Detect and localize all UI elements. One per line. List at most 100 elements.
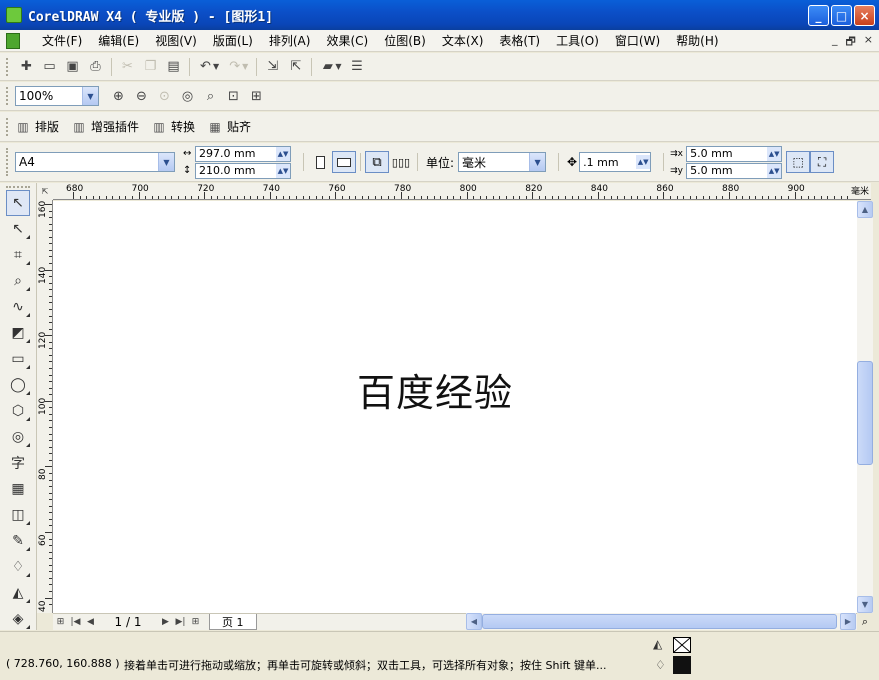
copy-icon[interactable]: ❐ [139, 56, 162, 78]
import-icon[interactable]: ⇲ [261, 56, 284, 78]
paste-icon[interactable]: ▤ [162, 56, 185, 78]
new-document-icon[interactable]: ✚ [15, 56, 38, 78]
menu-text[interactable]: 文本(X) [434, 32, 492, 49]
paper-width-input[interactable]: 297.0 mm ▲▼ [195, 145, 291, 162]
close-button[interactable]: × [854, 5, 875, 26]
first-page-icon[interactable]: |◀ [68, 617, 83, 627]
menu-file[interactable]: 文件(F) [34, 32, 90, 49]
interactive-blend-tool[interactable]: ◫ [0, 502, 36, 528]
cut-icon[interactable]: ✂ [116, 56, 139, 78]
page-count[interactable]: 1 / 1 [98, 615, 158, 629]
zoom-to-selected-icon[interactable]: ⊙ [153, 85, 176, 107]
chevron-down-icon[interactable]: ▼ [158, 153, 174, 171]
insert-page-after-icon[interactable]: ⊞ [188, 617, 203, 627]
plugin-snap-button[interactable]: ▦ 贴齐 [207, 118, 251, 135]
toolbar-grip[interactable] [6, 117, 10, 136]
plugin-enhance-button[interactable]: ▥ 增强插件 [71, 118, 139, 135]
maximize-button[interactable]: □ [831, 5, 852, 26]
scroll-down-arrow-icon[interactable]: ▼ [857, 596, 873, 613]
canvas-text-object[interactable]: 百度经验 [357, 362, 513, 417]
outline-color-swatch[interactable] [673, 656, 691, 674]
shape-tool[interactable]: ↖ [0, 216, 36, 242]
print-icon[interactable]: ⎙ [84, 56, 107, 78]
crop-tool[interactable]: ⌗ [0, 242, 36, 268]
zoom-to-page-height-icon[interactable]: ⊞ [245, 85, 268, 107]
undo-dropdown-icon[interactable]: ▼ [213, 62, 219, 71]
menu-arrange[interactable]: 排列(A) [261, 32, 319, 49]
menu-view[interactable]: 视图(V) [147, 32, 205, 49]
vertical-scroll-thumb[interactable] [857, 361, 873, 465]
zoom-to-page-width-icon[interactable]: ⊡ [222, 85, 245, 107]
spin-arrows-icon[interactable]: ▲▼ [276, 163, 290, 178]
all-pages-button[interactable]: ⧉ [365, 151, 389, 173]
zoom-tool[interactable]: ⌕ [0, 268, 36, 294]
outline-tool[interactable]: ♢ [0, 554, 36, 580]
navigator-magnifier-icon[interactable]: ⌕ [857, 613, 873, 630]
menu-tools[interactable]: 工具(O) [548, 32, 607, 49]
coreldraw-app-icon[interactable] [6, 7, 22, 23]
menu-table[interactable]: 表格(T) [491, 32, 548, 49]
menu-window[interactable]: 窗口(W) [607, 32, 668, 49]
paper-height-input[interactable]: 210.0 mm ▲▼ [195, 162, 291, 179]
pick-tool[interactable]: ↖ [6, 190, 30, 216]
fill-tool[interactable]: ◭ [0, 580, 36, 606]
save-icon[interactable]: ▣ [61, 56, 84, 78]
drawing-canvas[interactable]: 百度经验 [53, 201, 857, 613]
plugin-layout-button[interactable]: ▥ 排版 [15, 118, 59, 135]
current-page-button[interactable]: ▯▯▯ [389, 151, 413, 173]
table-tool[interactable]: ▦ [0, 476, 36, 502]
toolbar-grip[interactable] [6, 57, 10, 76]
units-select[interactable]: 毫米 ▼ [458, 152, 547, 172]
spin-arrows-icon[interactable]: ▲▼ [276, 146, 290, 161]
previous-page-icon[interactable]: ◀ [83, 617, 98, 627]
treat-as-filled-button[interactable]: ⬚ [786, 151, 811, 173]
smart-fill-tool[interactable]: ◩ [0, 320, 36, 346]
horizontal-scrollbar[interactable]: ◀ ▶ [466, 613, 856, 630]
insert-page-before-icon[interactable]: ⊞ [53, 617, 68, 627]
mdi-close-button[interactable]: × [864, 33, 873, 52]
redo-dropdown-icon[interactable]: ▼ [242, 62, 248, 71]
spin-arrows-icon[interactable]: ▲▼ [636, 155, 651, 169]
text-tool[interactable]: 字 [0, 450, 36, 476]
toolbar-grip[interactable] [6, 87, 10, 105]
interactive-fill-tool[interactable]: ◈ [0, 606, 36, 632]
portrait-button[interactable] [308, 151, 332, 173]
menu-bitmaps[interactable]: 位图(B) [376, 32, 434, 49]
menu-help[interactable]: 帮助(H) [668, 32, 726, 49]
zoom-out-icon[interactable]: ⊖ [130, 85, 153, 107]
eyedropper-tool[interactable]: ✎ [0, 528, 36, 554]
zoom-in-icon[interactable]: ⊕ [107, 85, 130, 107]
vertical-ruler[interactable]: 160 140 120 100 80 60 40 [37, 200, 53, 613]
vertical-scrollbar[interactable]: ▲ ▼ [857, 201, 873, 613]
mdi-minimize-button[interactable]: _ [832, 33, 838, 52]
page-tab[interactable]: 页 1 [209, 614, 257, 630]
toolbar-grip[interactable] [6, 148, 10, 176]
open-folder-icon[interactable]: ▭ [38, 56, 61, 78]
basic-shapes-tool[interactable]: ◎ [0, 424, 36, 450]
freehand-tool[interactable]: ∿ [0, 294, 36, 320]
rectangle-tool[interactable]: ▭ [0, 346, 36, 372]
snap-to-objects-button[interactable]: ⛶ [810, 151, 835, 173]
chevron-down-icon[interactable]: ▼ [529, 153, 546, 171]
zoom-level-select[interactable]: 100% ▼ [15, 86, 99, 106]
menu-edit[interactable]: 编辑(E) [90, 32, 147, 49]
next-page-icon[interactable]: ▶ [158, 617, 173, 627]
ellipse-tool[interactable]: ◯ [0, 372, 36, 398]
spin-arrows-icon[interactable]: ▲▼ [767, 163, 782, 178]
horizontal-scroll-thumb[interactable] [482, 614, 837, 629]
nudge-distance-input[interactable]: .1 mm ▲▼ [579, 152, 652, 172]
polygon-tool[interactable]: ⬡ [0, 398, 36, 424]
document-icon[interactable] [6, 32, 20, 49]
menu-effects[interactable]: 效果(C) [318, 32, 376, 49]
scroll-up-arrow-icon[interactable]: ▲ [857, 201, 873, 218]
chevron-down-icon[interactable]: ▼ [82, 87, 98, 105]
mdi-restore-button[interactable]: 🗗 [845, 33, 855, 52]
minimize-button[interactable]: _ [808, 5, 829, 26]
launcher-dropdown-icon[interactable]: ▼ [335, 62, 341, 71]
last-page-icon[interactable]: ▶| [173, 617, 188, 627]
duplicate-x-input[interactable]: 5.0 mm ▲▼ [686, 145, 783, 162]
export-icon[interactable]: ⇱ [284, 56, 307, 78]
options-icon[interactable]: ☰ [345, 56, 368, 78]
fill-color-swatch[interactable] [673, 637, 691, 653]
horizontal-ruler[interactable]: 毫米 680 700 720 740 760 780 800 820 840 860 880 900 [53, 183, 871, 200]
